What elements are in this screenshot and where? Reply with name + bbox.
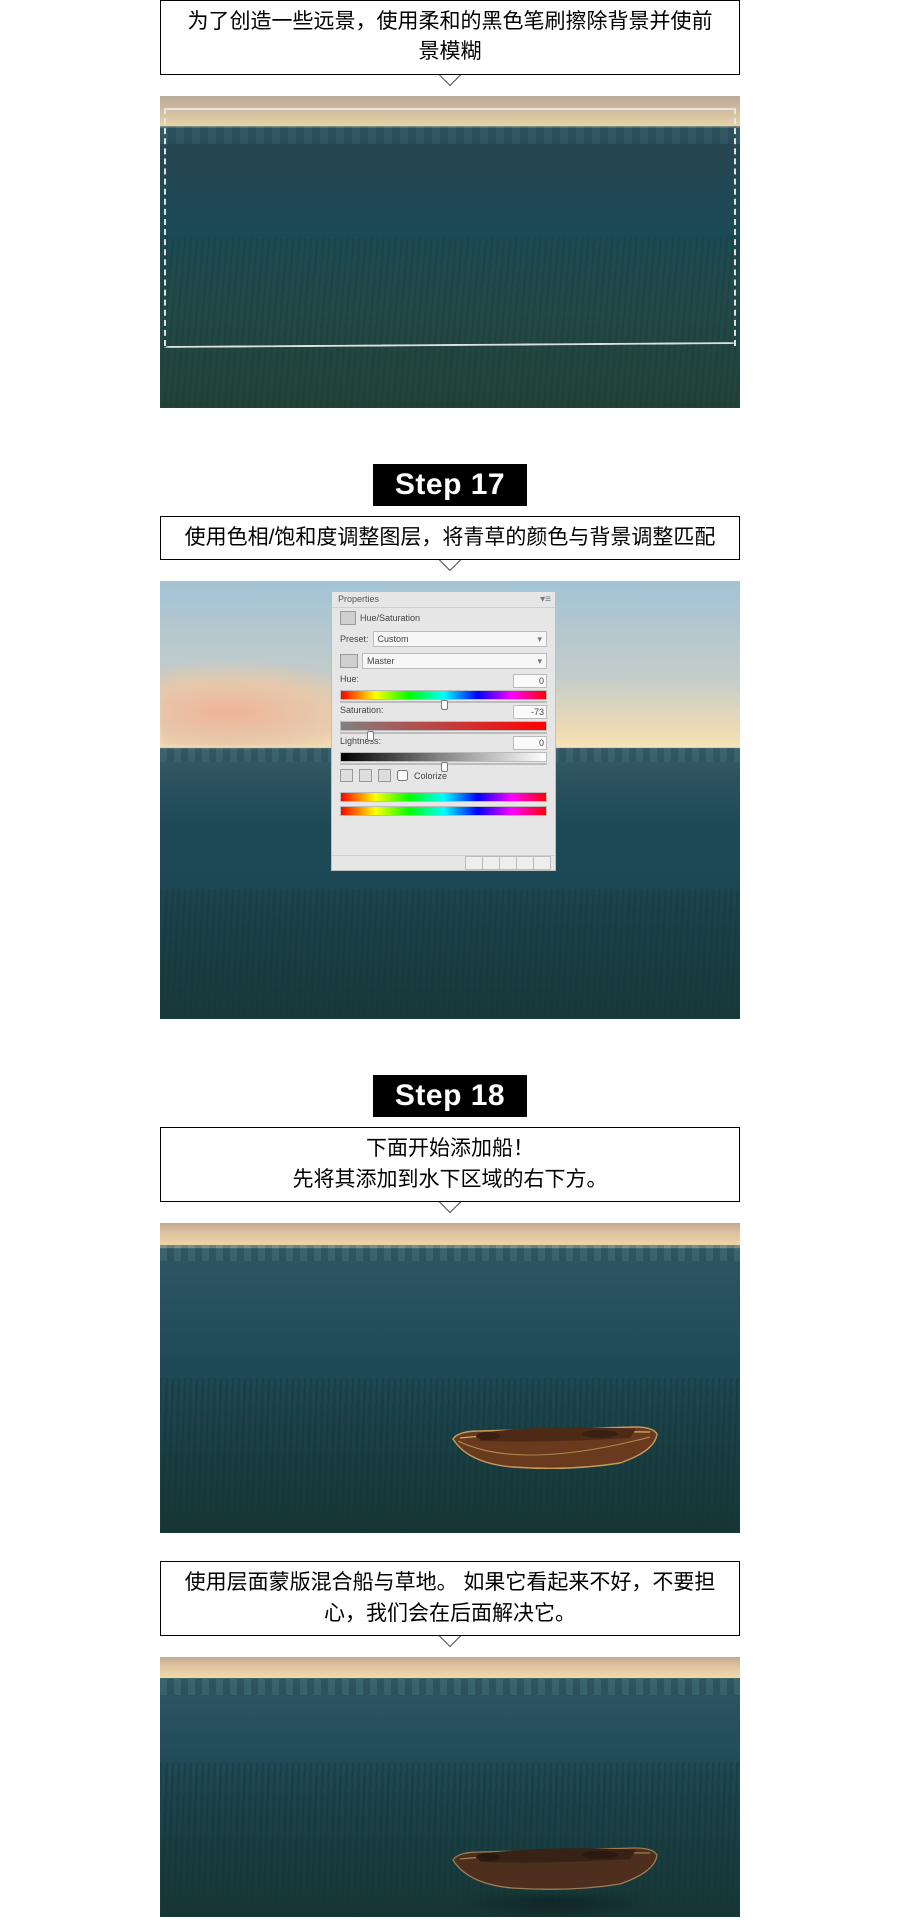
caption-box: 使用层面蒙版混合船与草地。 如果它看起来不好，不要担心，我们会在后面解决它。 [160,1561,740,1636]
reset-button[interactable] [499,856,517,870]
tutorial-image-selection [160,96,740,408]
marquee-selection-right [734,108,736,346]
lightness-gradient[interactable] [340,752,547,762]
panel-menu-icon[interactable]: ▾≡ [540,594,551,605]
caption-box: 下面开始添加船！ 先将其添加到水下区域的右下方。 [160,1127,740,1202]
delete-button[interactable] [533,856,551,870]
eyedropper-add-icon[interactable] [359,769,372,782]
slider-thumb-icon[interactable] [441,700,448,710]
step-badge-label: Step 17 [395,468,505,501]
underwater-grass [160,238,740,408]
lightness-slider: Lightness: 0 [332,734,555,765]
caption-text: 使用色相/饱和度调整图层，将青草的颜色与背景调整匹配 [185,526,716,549]
caption-arrow-icon [439,75,461,86]
clip-to-layer-button[interactable] [465,856,483,870]
adjustment-icon [340,611,356,625]
hue-value[interactable]: 0 [513,674,547,688]
step-badge-label: Step 18 [395,1079,505,1112]
panel-tab-label: Properties [338,594,379,604]
water-surface [160,1245,740,1261]
channel-value: Master [367,656,395,666]
caption-text: 下面开始添加船！ [366,1137,534,1160]
hue-label: Hue: [340,674,359,688]
caption-box: 为了创造一些远景，使用柔和的黑色笔刷擦除背景并使前景模糊 [160,0,740,75]
hue-gradient[interactable] [340,690,547,700]
caption-text: 先将其添加到水下区域的右下方。 [293,1168,608,1191]
panel-footer [332,855,555,870]
channel-row: Master [332,650,555,672]
tutorial-image-hsv-panel: ▾≡ Properties Hue/Saturation Preset: Cus… [160,581,740,1019]
caption-text: 为了创造一些远景，使用柔和的黑色笔刷擦除背景并使前景模糊 [188,10,713,63]
tutorial-image-boat-masked [160,1657,740,1917]
caption-arrow-icon [439,1202,461,1213]
slider-thumb-icon[interactable] [441,762,448,772]
lightness-label: Lightness: [340,736,381,750]
eyedropper-icon[interactable] [340,769,353,782]
preset-label: Preset: [340,634,369,644]
underwater-grass [160,889,740,1019]
boat-icon [450,1421,660,1471]
caption-box: 使用色相/饱和度调整图层，将青草的颜色与背景调整匹配 [160,516,740,560]
boat-shadow [460,1895,650,1917]
panel-title-row: Hue/Saturation [332,608,555,628]
saturation-label: Saturation: [340,705,384,719]
saturation-value[interactable]: -73 [513,705,547,719]
spectrum-bar-bottom [340,806,547,816]
water-surface [160,1679,740,1695]
properties-panel: ▾≡ Properties Hue/Saturation Preset: Cus… [331,591,556,871]
caption-text: 使用层面蒙版混合船与草地。 如果它看起来不好，不要担心，我们会在后面解决它。 [185,1571,716,1624]
visibility-button[interactable] [516,856,534,870]
panel-title: Hue/Saturation [360,613,420,623]
caption-arrow-icon [439,560,461,571]
marquee-selection-left [164,108,166,346]
boat-icon [450,1842,660,1892]
saturation-gradient[interactable] [340,721,547,731]
tutorial-image-boat-added [160,1223,740,1533]
spectrum-bar-top [340,792,547,802]
slider-thumb-icon[interactable] [367,731,374,741]
hue-track[interactable] [340,701,547,703]
lightness-track[interactable] [340,763,547,765]
eyedropper-subtract-icon[interactable] [378,769,391,782]
saturation-track[interactable] [340,732,547,734]
marquee-selection-top [164,108,736,110]
target-adjust-icon[interactable] [340,654,358,668]
preset-select[interactable]: Custom [373,631,547,647]
water-surface [160,126,740,144]
view-previous-button[interactable] [482,856,500,870]
channel-select[interactable]: Master [362,653,547,669]
step-badge-17: Step 17 [373,464,527,506]
lightness-value[interactable]: 0 [513,736,547,750]
preset-value: Custom [378,634,409,644]
panel-tab[interactable]: Properties [332,592,555,608]
step-badge-18: Step 18 [373,1075,527,1117]
hue-slider: Hue: 0 [332,672,555,703]
preset-row: Preset: Custom [332,628,555,650]
colorize-checkbox[interactable] [397,770,408,781]
colorize-label: Colorize [414,771,447,781]
caption-arrow-icon [439,1636,461,1647]
